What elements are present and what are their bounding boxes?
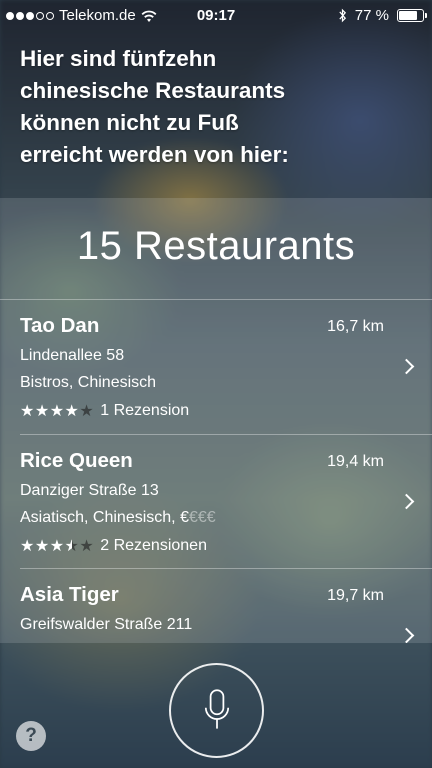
restaurant-name: Tao Dan <box>20 314 100 337</box>
restaurant-row-tao-dan[interactable]: Tao Dan 16,7 km Lindenallee 58 Bistros, … <box>0 300 432 434</box>
star-full-icon: ★ <box>34 538 50 555</box>
restaurant-address: Danziger Straße 13 <box>20 482 159 499</box>
star-full-icon: ★ <box>49 403 65 420</box>
star-full-icon: ★ <box>64 403 80 420</box>
restaurant-distance: 19,4 km <box>327 453 384 470</box>
restaurant-name: Asia Tiger <box>20 583 119 606</box>
restaurant-row-rice-queen[interactable]: Rice Queen 19,4 km Danziger Straße 13 As… <box>0 435 432 569</box>
restaurant-row-asia-tiger[interactable]: Asia Tiger 19,7 km Greifswalder Straße 2… <box>0 569 432 643</box>
review-count: 1 Rezension <box>100 402 190 419</box>
siri-line: erreicht werden von hier: <box>20 142 289 167</box>
siri-line: können nicht zu Fuß <box>20 110 239 135</box>
battery-icon <box>397 9 427 22</box>
siri-response-text: Hier sind fünfzehn chinesische Restauran… <box>20 43 420 171</box>
star-empty-icon: ★ <box>79 403 95 420</box>
rating-stars-icon: ★★★★★ <box>20 401 94 421</box>
star-empty-icon: ★ <box>79 538 95 555</box>
battery-fill <box>399 11 417 20</box>
restaurant-distance: 16,7 km <box>327 318 384 335</box>
restaurant-distance: 19,7 km <box>327 587 384 604</box>
restaurant-address: Greifswalder Straße 211 <box>20 616 193 633</box>
siri-line: Hier sind fünfzehn <box>20 46 217 71</box>
results-title: 15 Restaurants <box>76 224 356 268</box>
restaurant-category-line: Asiatisch, Chinesisch, €€€€ <box>20 509 216 527</box>
restaurant-address: Lindenallee 58 <box>20 347 125 364</box>
review-count: 2 Rezensionen <box>100 537 207 554</box>
battery-percent: 77 % <box>354 7 389 24</box>
microphone-icon <box>204 688 229 729</box>
star-full-icon: ★ <box>49 538 65 555</box>
chevron-right-icon <box>398 493 415 510</box>
siri-line: chinesische Restaurants <box>20 78 286 103</box>
help-button[interactable]: ? <box>16 721 46 751</box>
star-full-icon: ★ <box>20 403 35 420</box>
restaurant-category: Asiatisch, Chinesisch, <box>20 509 181 526</box>
status-bar: Telekom.de 09:17 77 % <box>0 0 432 32</box>
chevron-right-icon <box>398 358 415 375</box>
star-full-icon: ★ <box>20 538 35 555</box>
price-level: € <box>180 509 189 526</box>
star-full-icon: ★ <box>34 403 50 420</box>
star-half-icon: ★ <box>64 538 80 555</box>
restaurant-name: Rice Queen <box>20 449 133 472</box>
bluetooth-icon <box>339 8 346 23</box>
chevron-right-icon <box>398 627 415 643</box>
restaurant-category: Bistros, Chinesisch <box>20 374 157 391</box>
rating-stars-icon: ★★★★★ <box>20 536 94 556</box>
siri-mic-button[interactable] <box>169 663 264 758</box>
price-level-dim: €€€ <box>188 509 216 526</box>
